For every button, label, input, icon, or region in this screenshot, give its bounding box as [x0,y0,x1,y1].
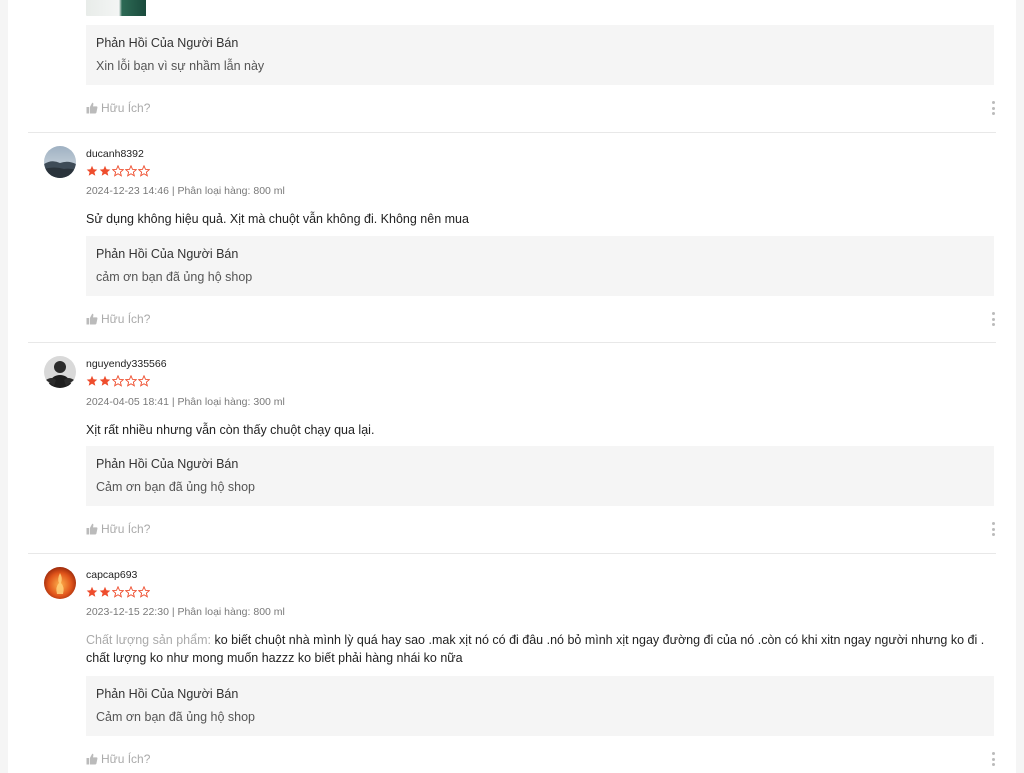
reviews-panel: Phản Hồi Của Người Bán Xin lỗi bạn vì sự… [8,0,1016,773]
helpful-button[interactable]: Hữu Ích? [86,311,150,327]
review-meta: 2024-04-05 18:41 | Phân loại hàng: 300 m… [86,396,285,408]
star-filled-icon [86,375,98,386]
seller-reply-text: Cảm ơn bạn đã ủng hộ shop [96,710,256,724]
seller-reply-box: Phản Hồi Của Người Bán cảm ơn bạn đã ủng… [86,236,994,296]
seller-reply-box: Phản Hồi Của Người Bán Cảm ơn bạn đã ủng… [86,676,994,736]
seller-reply-title: Phản Hồi Của Người Bán [96,457,239,471]
helpful-label: Hữu Ích? [101,522,151,536]
helpful-label: Hữu Ích? [101,312,151,326]
star-empty-icon [138,165,150,177]
seller-reply-text: cảm ơn bạn đã ủng hộ shop [96,270,253,284]
review-username[interactable]: ducanh8392 [86,148,144,160]
star-empty-icon [125,375,137,387]
seller-reply-text: Cảm ơn bạn đã ủng hộ shop [96,480,256,494]
thumbs-up-icon [86,523,98,535]
helpful-button[interactable]: Hữu Ích? [86,100,150,116]
star-rating [86,165,150,177]
avatar[interactable] [44,356,76,388]
star-filled-icon [99,375,111,386]
review-text: Xịt rất nhiều nhưng vẫn còn thấy chuột c… [86,423,375,437]
more-options-icon[interactable] [990,521,996,537]
page: Phản Hồi Của Người Bán Xin lỗi bạn vì sự… [0,0,1024,773]
star-filled-icon [86,165,98,176]
seller-reply-text: Xin lỗi bạn vì sự nhầm lẫn này [96,59,265,73]
more-options-icon[interactable] [990,311,996,327]
seller-reply-title: Phản Hồi Của Người Bán [96,36,239,50]
seller-reply-box: Phản Hồi Của Người Bán Xin lỗi bạn vì sự… [86,25,994,85]
review-text: Chất lượng sản phẩm: ko biết chuột nhà m… [86,631,996,667]
star-empty-icon [112,586,124,598]
star-empty-icon [112,375,124,387]
seller-reply-title: Phản Hồi Của Người Bán [96,687,239,701]
more-options-icon[interactable] [990,100,996,116]
review-username[interactable]: capcap693 [86,569,137,581]
review-username[interactable]: nguyendy335566 [86,358,167,370]
seller-reply-title: Phản Hồi Của Người Bán [96,247,239,261]
star-empty-icon [112,165,124,177]
helpful-label: Hữu Ích? [101,752,151,766]
review-meta: 2023-12-15 22:30 | Phân loại hàng: 800 m… [86,606,285,618]
avatar[interactable] [44,567,76,599]
helpful-label: Hữu Ích? [101,101,151,115]
star-rating [86,586,150,598]
review-divider [28,342,996,343]
star-rating [86,375,150,387]
star-empty-icon [138,586,150,598]
helpful-button[interactable]: Hữu Ích? [86,521,150,537]
star-empty-icon [125,586,137,598]
star-empty-icon [138,375,150,387]
seller-reply-box: Phản Hồi Của Người Bán Cảm ơn bạn đã ủng… [86,446,994,506]
review-divider [28,132,996,133]
thumbs-up-icon [86,313,98,325]
review-product-image[interactable] [86,0,146,16]
star-filled-icon [99,586,111,597]
review-divider [28,553,996,554]
review-meta: 2024-12-23 14:46 | Phân loại hàng: 800 m… [86,185,285,197]
more-options-icon[interactable] [990,751,996,767]
avatar[interactable] [44,146,76,178]
star-filled-icon [86,586,98,597]
star-empty-icon [125,165,137,177]
star-filled-icon [99,165,111,176]
thumbs-up-icon [86,753,98,765]
thumbs-up-icon [86,102,98,114]
helpful-button[interactable]: Hữu Ích? [86,751,150,767]
review-text-label: Chất lượng sản phẩm: [86,633,211,647]
review-text-body: ko biết chuột nhà mình lỳ quá hay sao .m… [86,633,985,665]
review-text: Sử dụng không hiệu quả. Xịt mà chuột vẫn… [86,212,469,226]
